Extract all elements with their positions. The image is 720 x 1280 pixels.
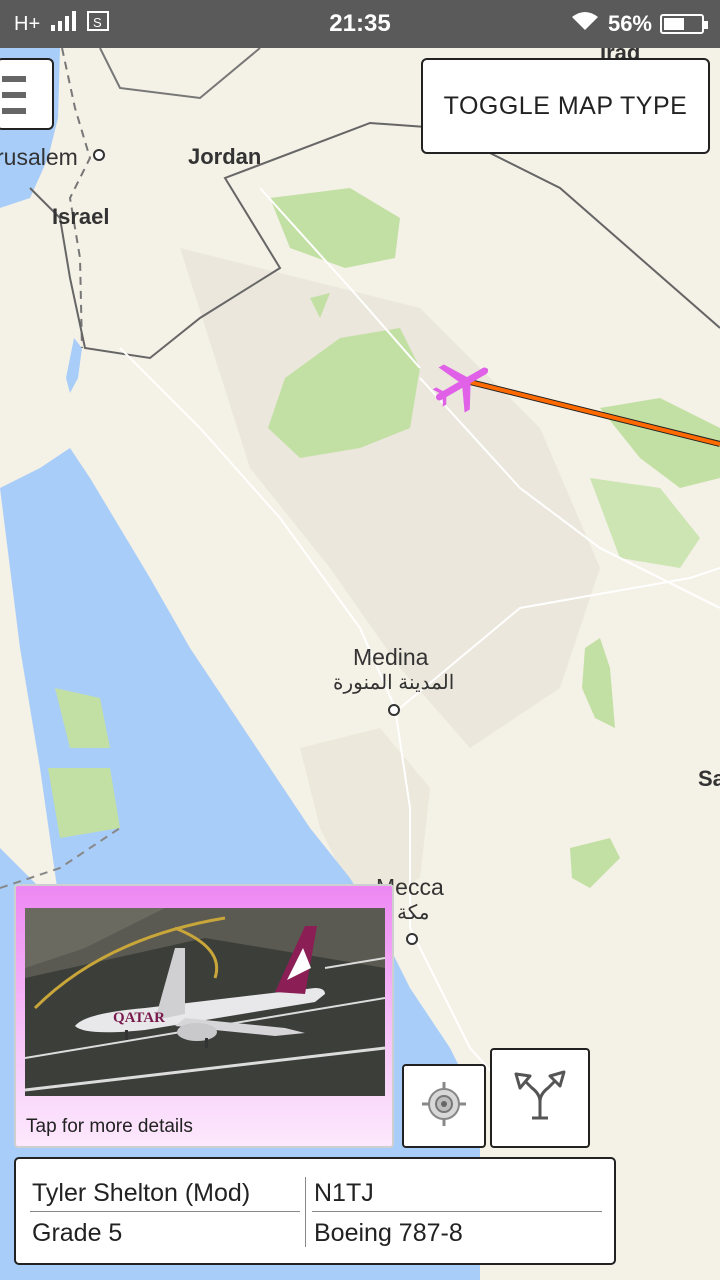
- callsign: N1TJ: [314, 1179, 374, 1207]
- divider: [30, 1211, 300, 1212]
- map-label-saudi: Sa: [698, 766, 720, 791]
- battery-percent: 56%: [607, 11, 652, 36]
- divider: [305, 1177, 306, 1247]
- map-label-jerusalem: rusalem: [0, 144, 78, 170]
- map-label-medina: Medina: [353, 644, 429, 670]
- route-split-icon: [510, 1066, 570, 1130]
- route-button[interactable]: [490, 1048, 590, 1148]
- toggle-map-type-button[interactable]: TOGGLE MAP TYPE: [421, 58, 710, 154]
- flight-photo-card[interactable]: QATAR Tap for more details: [14, 884, 394, 1148]
- aircraft-type: Boeing 787-8: [314, 1219, 463, 1247]
- map-label-medina-arabic: المدينة المنورة: [333, 672, 455, 694]
- pilot-name: Tyler Shelton (Mod): [32, 1179, 251, 1207]
- battery-icon: [660, 14, 708, 34]
- map-label-mecca-arabic: مكة: [397, 902, 430, 924]
- menu-button[interactable]: [0, 58, 54, 130]
- photo-caption: Tap for more details: [26, 1116, 193, 1137]
- locate-aircraft-button[interactable]: [402, 1064, 486, 1148]
- pilot-grade: Grade 5: [32, 1219, 123, 1247]
- map-label-jordan: Jordan: [188, 144, 262, 169]
- gps-target-icon: [420, 1080, 468, 1132]
- divider: [312, 1211, 602, 1212]
- aircraft-livery-text: QATAR: [113, 1010, 165, 1026]
- flight-info-panel[interactable]: Tyler Shelton (Mod) N1TJ Grade 5 Boeing …: [14, 1157, 616, 1265]
- map-label-israel: Israel: [52, 204, 110, 229]
- status-bar: H+ S 21:35 56%: [0, 0, 720, 48]
- aircraft-photo: QATAR: [25, 908, 385, 1096]
- wifi-icon: [570, 10, 600, 38]
- battery-fill: [664, 18, 684, 30]
- status-right: 56%: [570, 10, 708, 38]
